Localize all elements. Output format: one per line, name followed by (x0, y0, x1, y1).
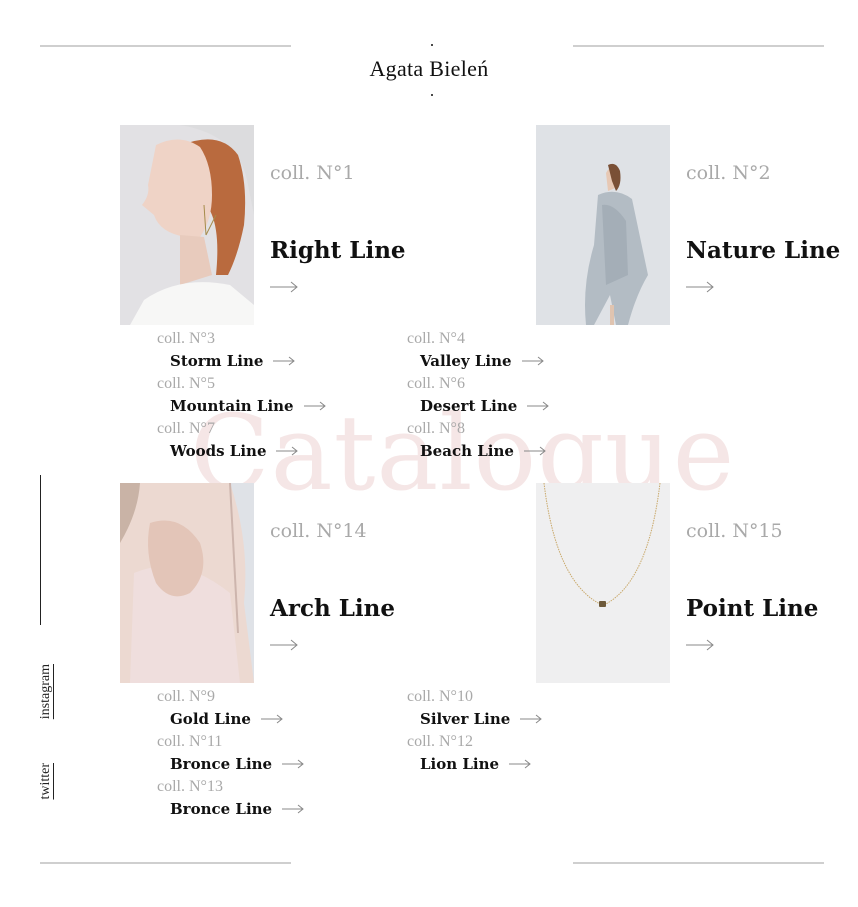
brand-dot-top (431, 44, 433, 46)
collection-image-nature-line[interactable] (536, 125, 670, 325)
collection-number: coll. N°12 (407, 733, 473, 750)
collection-line-link[interactable]: Bronce Line (170, 755, 304, 773)
collection-number: coll. N°1 (270, 162, 355, 184)
collection-number: coll. N°8 (407, 420, 465, 437)
collection-line-title: Storm Line (170, 352, 264, 370)
arrow-right-icon (521, 356, 544, 366)
collection-number: coll. N°5 (157, 375, 215, 392)
woman-neck-hand-photo (120, 483, 254, 683)
collection-title-link[interactable]: Right Line (270, 237, 406, 264)
collection-line-link[interactable]: Desert Line (420, 397, 550, 415)
collection-line-link[interactable]: Silver Line (420, 710, 543, 728)
collection-number: coll. N°11 (157, 733, 223, 750)
collection-image-point-line[interactable] (536, 483, 670, 683)
collection-image-right-line[interactable] (120, 125, 254, 325)
collection-image-arch-line[interactable] (120, 483, 254, 683)
arrow-right-icon (282, 759, 304, 769)
collection-number: coll. N°4 (407, 330, 465, 347)
collection-line-link[interactable]: Gold Line (170, 710, 283, 728)
arrow-right-icon (282, 804, 304, 814)
arrow-right-icon (273, 356, 296, 366)
footer-rule-right (573, 862, 824, 864)
collection-title-link[interactable]: Point Line (686, 595, 818, 622)
arrow-right-icon (527, 401, 550, 411)
header-rule-right (573, 45, 824, 47)
arrow-right-icon[interactable] (270, 281, 298, 293)
collection-line-link[interactable]: Valley Line (420, 352, 544, 370)
brand-title[interactable]: Agata Bieleń (0, 56, 858, 82)
collection-line-link[interactable]: Mountain Line (170, 397, 326, 415)
collection-number: coll. N°15 (686, 520, 783, 542)
arrow-right-icon (509, 759, 531, 769)
collection-title-link[interactable]: Arch Line (270, 595, 395, 622)
collection-line-link[interactable]: Woods Line (170, 442, 299, 460)
arrow-right-icon (520, 714, 543, 724)
collection-line-title: Desert Line (420, 397, 518, 415)
instagram-link[interactable]: instagram (38, 664, 54, 719)
collection-number: coll. N°13 (157, 778, 223, 795)
collection-line-title: Bronce Line (170, 755, 273, 773)
arrow-right-icon[interactable] (686, 639, 714, 651)
collection-line-title: Gold Line (170, 710, 251, 728)
collection-number: coll. N°3 (157, 330, 215, 347)
collection-line-title: Lion Line (420, 755, 500, 773)
collection-line-link[interactable]: Storm Line (170, 352, 296, 370)
collection-number: coll. N°7 (157, 420, 215, 437)
gold-necklace-photo (536, 483, 670, 683)
arrow-right-icon (276, 446, 299, 456)
woman-profile-earring-photo (120, 125, 254, 325)
collection-number: coll. N°6 (407, 375, 465, 392)
collection-line-title: Mountain Line (170, 397, 294, 415)
collection-line-title: Beach Line (420, 442, 514, 460)
twitter-link[interactable]: twitter (38, 763, 54, 800)
header-rule-left (40, 45, 291, 47)
collection-number: coll. N°2 (686, 162, 771, 184)
collection-number: coll. N°10 (407, 688, 473, 705)
arrow-right-icon (303, 401, 326, 411)
arrow-right-icon (260, 714, 283, 724)
collection-line-title: Silver Line (420, 710, 511, 728)
collection-title-link[interactable]: Nature Line (686, 237, 840, 264)
collection-line-link[interactable]: Bronce Line (170, 800, 304, 818)
collection-line-title: Valley Line (420, 352, 512, 370)
left-vertical-line (40, 475, 41, 625)
arrow-right-icon (523, 446, 546, 456)
collection-number: coll. N°14 (270, 520, 367, 542)
collection-line-title: Bronce Line (170, 800, 273, 818)
woman-grey-poncho-photo (536, 125, 670, 325)
collection-number: coll. N°9 (157, 688, 215, 705)
arrow-right-icon[interactable] (270, 639, 298, 651)
collection-line-link[interactable]: Beach Line (420, 442, 546, 460)
collection-line-link[interactable]: Lion Line (420, 755, 531, 773)
arrow-right-icon[interactable] (686, 281, 714, 293)
footer-rule-left (40, 862, 291, 864)
brand-dot-bottom (431, 94, 433, 96)
collection-line-title: Woods Line (170, 442, 267, 460)
